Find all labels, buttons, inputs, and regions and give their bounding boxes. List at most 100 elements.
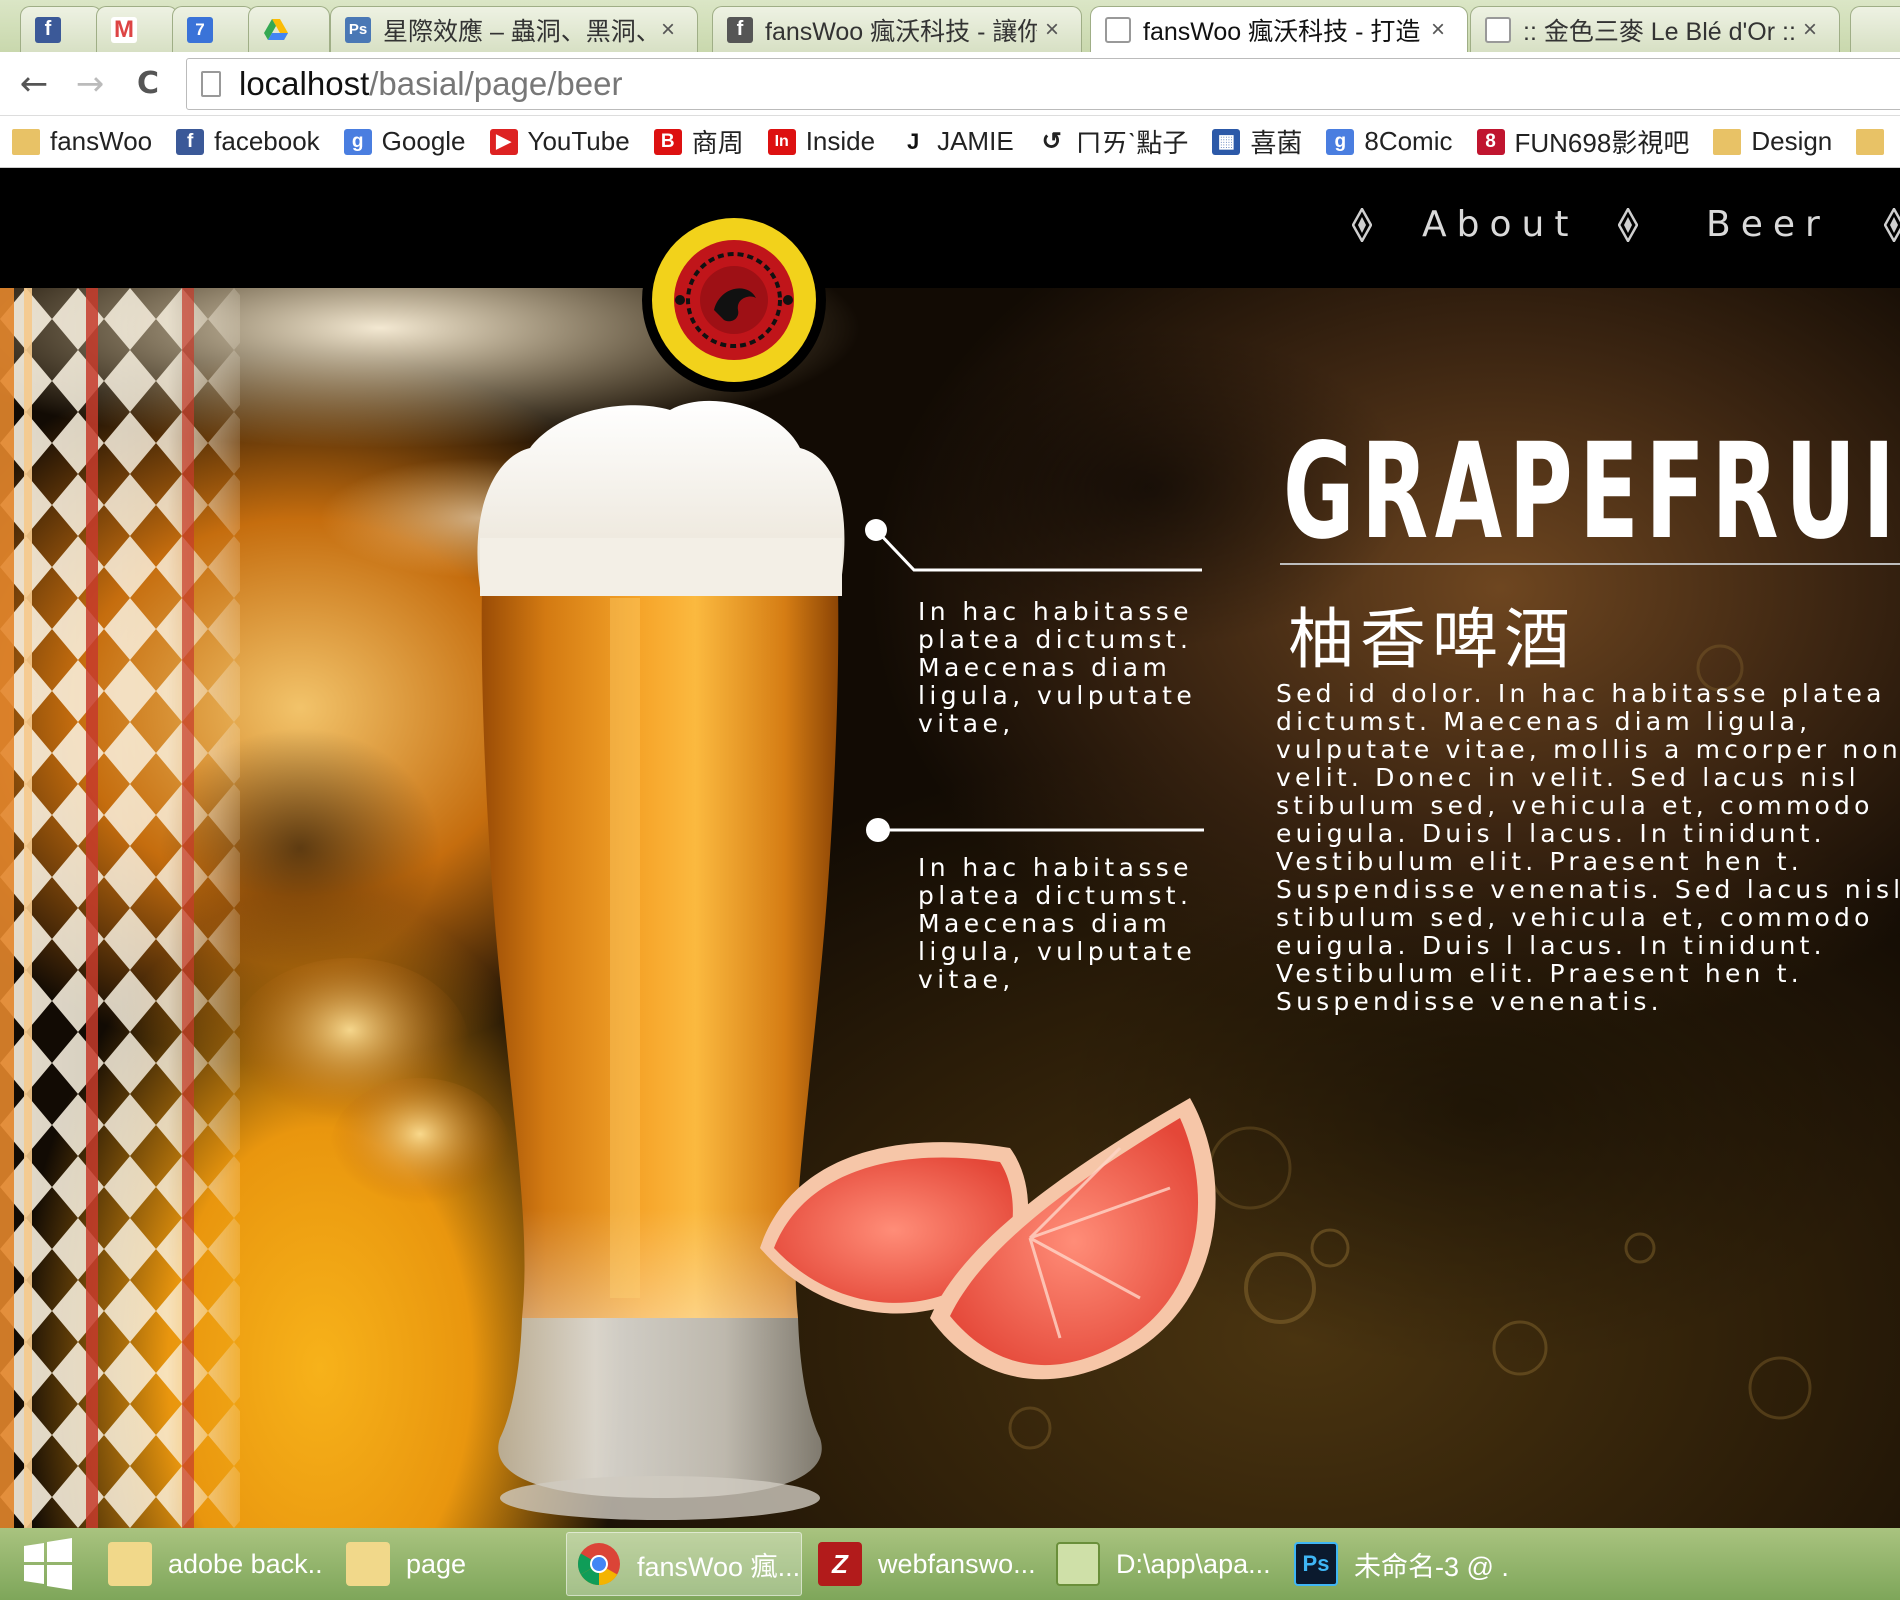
chrome-icon — [577, 1542, 621, 1586]
forward-button[interactable]: → — [72, 66, 108, 102]
jamie-icon: J — [899, 128, 928, 155]
windows-taskbar: adobe back... page fansWoo 瘋... Zwebfans… — [0, 1528, 1900, 1600]
bookmark-folder-overflow[interactable] — [1856, 128, 1894, 155]
basial-beer-logo[interactable] — [640, 206, 828, 394]
folder-icon — [1856, 128, 1885, 155]
drive-icon — [263, 17, 289, 43]
folder-icon — [346, 1542, 390, 1586]
start-button[interactable] — [4, 1532, 94, 1596]
taskbar-item-filezilla[interactable]: Zwebfanswo... — [808, 1532, 1034, 1596]
bookmark-label: Inside — [805, 126, 876, 156]
page-icon — [1105, 16, 1131, 43]
tab-new[interactable] — [1850, 6, 1900, 52]
callout-text-2: In hac habitasse platea dictumst. Maecen… — [918, 853, 1197, 994]
callout-text-1: In hac habitasse platea dictumst. Maecen… — [918, 597, 1197, 738]
tab-drive[interactable] — [248, 6, 330, 52]
diamond-icon — [1618, 208, 1638, 242]
tab-facebook[interactable]: f — [20, 6, 102, 52]
grapefruit-slices-image — [760, 1098, 1216, 1380]
tab-title: 星際效應 – 蟲洞、黑洞、Ｆ — [383, 17, 653, 46]
url-path: /basial/page/beer — [369, 65, 623, 102]
tab-title: fansWoo 瘋沃科技 - 讓你 — [765, 17, 1037, 46]
url-host: localhost — [239, 65, 370, 102]
close-icon[interactable]: × — [1431, 16, 1453, 44]
gmail-icon: M — [111, 16, 137, 43]
bookmark-xijun[interactable]: ▦ 喜菌 — [1212, 123, 1302, 160]
close-icon[interactable]: × — [661, 16, 683, 44]
bookmark-label: Google — [381, 126, 466, 156]
close-icon[interactable]: × — [1045, 16, 1067, 44]
calendar-icon: 7 — [187, 16, 213, 43]
diamond-icon — [1352, 208, 1372, 242]
web-page: About Beer In hac habitasse platea dictu… — [0, 168, 1900, 1528]
bookmark-businessweekly[interactable]: B 商周 — [653, 123, 744, 160]
taskbar-item-chrome[interactable]: fansWoo 瘋... — [566, 1532, 802, 1596]
taskbar-label: adobe back... — [168, 1548, 324, 1579]
taskbar-label: page — [406, 1548, 467, 1579]
taskbar-label: D:\app\apa... — [1116, 1548, 1271, 1579]
tab-calendar[interactable]: 7 — [172, 6, 254, 52]
taskbar-item-photoshop[interactable]: Ps 未命名-3 @ ... — [1284, 1532, 1510, 1596]
inside-icon: In — [767, 128, 796, 155]
back-button[interactable]: ← — [16, 66, 52, 102]
bookmark-8comic[interactable]: g 8Comic — [1326, 126, 1453, 157]
bookmark-label: 商周 — [691, 128, 744, 158]
bookmark-label: JAMIE — [937, 126, 1014, 156]
taskbar-label: webfanswo... — [878, 1548, 1034, 1579]
google-plus-icon: g — [343, 128, 372, 155]
tab-title: :: 金色三麥 Le Blé d'Or :: 金 — [1523, 17, 1795, 46]
grid-icon: ▦ — [1212, 128, 1241, 155]
folder-icon — [12, 128, 40, 155]
taskbar-item-adobe-backup[interactable]: adobe back... — [98, 1532, 324, 1596]
google-plus-icon: g — [1326, 128, 1355, 155]
bookmark-label: FUN698影視吧 — [1514, 128, 1690, 158]
folder-icon — [1713, 128, 1742, 155]
page-icon — [1485, 16, 1511, 43]
bookmarks-bar: fansWoo f facebook g Google ▶ YouTube B 商周 I… — [0, 116, 1900, 168]
product-title-chinese: 柚香啤酒 — [1288, 601, 1576, 678]
close-icon[interactable]: × — [1803, 16, 1825, 44]
filezilla-icon: Z — [818, 1542, 862, 1586]
product-title: GRAPEFRUIT — [1283, 415, 1900, 569]
tab-gmail[interactable]: M — [96, 6, 178, 52]
businessweekly-icon: B — [653, 128, 682, 155]
bookmark-facebook[interactable]: f facebook — [176, 126, 320, 157]
tab-fanswoo-active[interactable]: fansWoo 瘋沃科技 - 打造 × — [1090, 6, 1468, 52]
swirl-icon: ↺ — [1037, 128, 1066, 155]
bookmark-label: ㄇㄞˋ點子 — [1075, 128, 1189, 158]
bookmark-label: YouTube — [527, 126, 630, 156]
tab-interstellar[interactable]: Ps 星際效應 – 蟲洞、黑洞、Ｆ × — [330, 6, 698, 52]
taskbar-item-page[interactable]: page — [336, 1532, 562, 1596]
address-bar[interactable]: localhost/basial/page/beer — [186, 58, 1900, 110]
title-divider — [1280, 563, 1900, 565]
url-text: localhost/basial/page/beer — [239, 65, 622, 103]
page-icon — [201, 71, 221, 97]
bookmark-fanswoo[interactable]: fansWoo — [12, 126, 152, 157]
fun698-icon: 8 — [1476, 128, 1505, 155]
bookmark-google[interactable]: g Google — [343, 126, 466, 157]
youtube-icon: ▶ — [489, 128, 518, 155]
nav-link-beer[interactable]: Beer — [1706, 204, 1830, 245]
bookmark-dianzi[interactable]: ↺ ㄇㄞˋ點子 — [1037, 123, 1189, 160]
bookmark-label: 8Comic — [1364, 126, 1453, 156]
taskbar-label: 未命名-3 @ ... — [1354, 1551, 1510, 1582]
bookmark-label: 喜菌 — [1250, 128, 1303, 158]
taskbar-item-notepad[interactable]: D:\app\apa... — [1046, 1532, 1272, 1596]
nav-link-about[interactable]: About — [1422, 204, 1578, 245]
browser-toolbar: ← → C localhost/basial/page/beer — [0, 52, 1900, 116]
diamond-pattern-border — [0, 288, 240, 1528]
tab-lebledor[interactable]: :: 金色三麥 Le Blé d'Or :: 金 × — [1470, 6, 1840, 52]
bookmark-fun698[interactable]: 8 FUN698影視吧 — [1476, 123, 1690, 160]
product-description: Sed id dolor. In hac habitasse platea di… — [1276, 679, 1900, 1016]
tab-title: fansWoo 瘋沃科技 - 打造 — [1143, 17, 1421, 46]
reload-button[interactable]: C — [130, 66, 166, 102]
bookmark-design[interactable]: Design — [1713, 126, 1832, 157]
bookmark-label: facebook — [214, 126, 320, 156]
bookmark-jamie[interactable]: J JAMIE — [899, 126, 1014, 157]
bookmark-youtube[interactable]: ▶ YouTube — [489, 126, 630, 157]
notepad-icon — [1056, 1542, 1100, 1586]
tab-fanswoo-1[interactable]: f fansWoo 瘋沃科技 - 讓你 × — [712, 6, 1082, 52]
bookmark-inside[interactable]: In Inside — [767, 126, 876, 157]
ps-page-icon: Ps — [345, 16, 371, 43]
taskbar-label: fansWoo 瘋... — [637, 1551, 801, 1582]
